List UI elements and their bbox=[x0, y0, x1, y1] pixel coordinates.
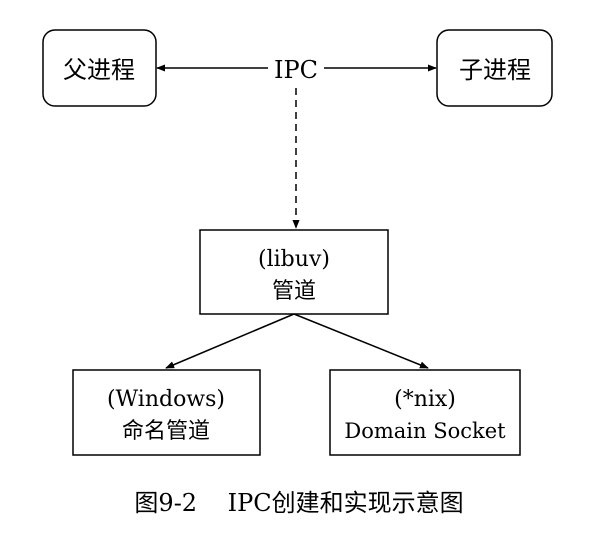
nix-socket-line2: Domain Socket bbox=[344, 419, 506, 443]
libuv-pipe-line1: (libuv) bbox=[258, 247, 330, 272]
child-process-node: 子进程 bbox=[436, 29, 553, 107]
arrow-pipe-to-nix bbox=[293, 313, 429, 369]
windows-pipe-line2: 命名管道 bbox=[122, 419, 210, 444]
libuv-pipe-line2: 管道 bbox=[272, 279, 316, 304]
windows-pipe-line1: (Windows) bbox=[107, 387, 225, 412]
arrow-pipe-to-windows bbox=[165, 313, 295, 369]
figure-caption: 图9-2 IPC创建和实现示意图 bbox=[134, 489, 463, 517]
nix-socket-line1: (*nix) bbox=[394, 387, 456, 412]
child-process-label: 子进程 bbox=[459, 56, 531, 84]
windows-named-pipe-node: (Windows) 命名管道 bbox=[72, 369, 261, 456]
ipc-label: IPC bbox=[274, 56, 318, 84]
nix-domain-socket-node: (*nix) Domain Socket bbox=[329, 369, 521, 456]
libuv-pipe-node: (libuv) 管道 bbox=[199, 229, 389, 315]
ipc-diagram: 父进程 子进程 IPC (libuv) 管道 (Windows) 命名管道 (*… bbox=[42, 29, 553, 517]
parent-process-label: 父进程 bbox=[63, 56, 135, 84]
parent-process-node: 父进程 bbox=[42, 29, 157, 107]
